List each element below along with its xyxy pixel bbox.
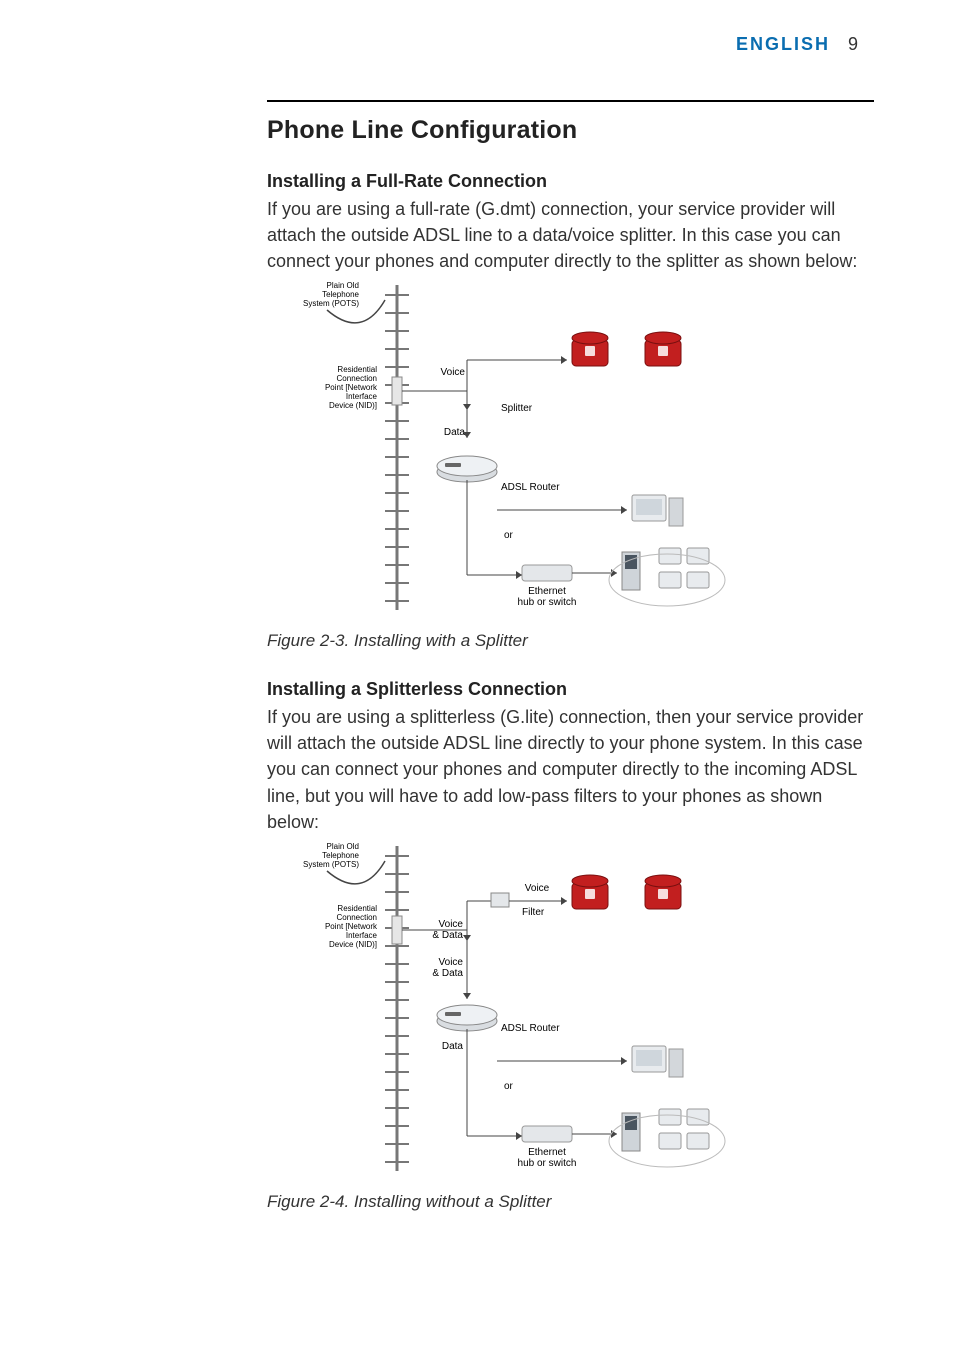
splitter-label: Splitter xyxy=(501,403,533,414)
ethernet-label: Ethernethub or switch xyxy=(518,586,577,608)
page-header: ENGLISH 9 xyxy=(736,34,858,55)
figure-2-4-caption: Figure 2-4. Installing without a Splitte… xyxy=(267,1192,874,1212)
voice-data-label: Voice& Data xyxy=(432,957,463,979)
figure-2-4: Plain OldTelephoneSystem (POTS) Resident… xyxy=(267,841,874,1184)
page-content: Phone Line Configuration Installing a Fu… xyxy=(267,100,874,1240)
language-label: ENGLISH xyxy=(736,34,830,54)
phone-icon xyxy=(572,332,608,366)
or-label: or xyxy=(504,530,514,541)
voice-label: Voice xyxy=(441,367,466,378)
down-arrow-icon xyxy=(463,935,471,941)
phone-icon xyxy=(645,875,681,909)
down-arrow-icon xyxy=(463,404,471,410)
or-label: or xyxy=(504,1081,514,1092)
pole-icon xyxy=(385,285,409,610)
computer-icon xyxy=(632,1046,683,1077)
nid-icon xyxy=(392,377,402,405)
filter-icon xyxy=(491,893,509,907)
router-icon xyxy=(437,456,497,482)
phone-icon xyxy=(572,875,608,909)
data-label: Data xyxy=(444,427,466,438)
hub-icon xyxy=(522,565,572,581)
nid-label: ResidentialConnectionPoint [NetworkInter… xyxy=(325,365,378,410)
router-icon xyxy=(437,1005,497,1031)
filter-label: Filter xyxy=(522,907,545,918)
down-arrow-icon xyxy=(463,993,471,999)
phone-icon xyxy=(645,332,681,366)
adsl-router-label: ADSL Router xyxy=(501,482,560,493)
paragraph-splitterless: If you are using a splitterless (G.lite)… xyxy=(267,704,874,834)
subheading-full-rate: Installing a Full-Rate Connection xyxy=(267,171,874,192)
figure-2-3-caption: Figure 2-3. Installing with a Splitter xyxy=(267,631,874,651)
computer-icon xyxy=(632,495,683,526)
page-number: 9 xyxy=(848,34,858,54)
nid-label: ResidentialConnectionPoint [NetworkInter… xyxy=(325,904,378,949)
section-title: Phone Line Configuration xyxy=(267,116,874,145)
pots-label: Plain OldTelephoneSystem (POTS) xyxy=(303,281,360,308)
data-label: Data xyxy=(442,1041,464,1052)
paragraph-full-rate: If you are using a full-rate (G.dmt) con… xyxy=(267,196,874,274)
hub-icon xyxy=(522,1126,572,1142)
pots-label: Plain OldTelephoneSystem (POTS) xyxy=(303,842,360,869)
figure-2-3: Plain OldTelephoneSystem (POTS) Resident… xyxy=(267,280,874,623)
nid-icon xyxy=(392,916,402,944)
voice-label: Voice xyxy=(525,883,550,894)
pole-icon xyxy=(385,846,409,1171)
voice-data-label: Voice& Data xyxy=(432,919,463,941)
section-rule xyxy=(267,100,874,102)
subheading-splitterless: Installing a Splitterless Connection xyxy=(267,679,874,700)
ethernet-label: Ethernethub or switch xyxy=(518,1147,577,1169)
adsl-router-label: ADSL Router xyxy=(501,1023,560,1034)
